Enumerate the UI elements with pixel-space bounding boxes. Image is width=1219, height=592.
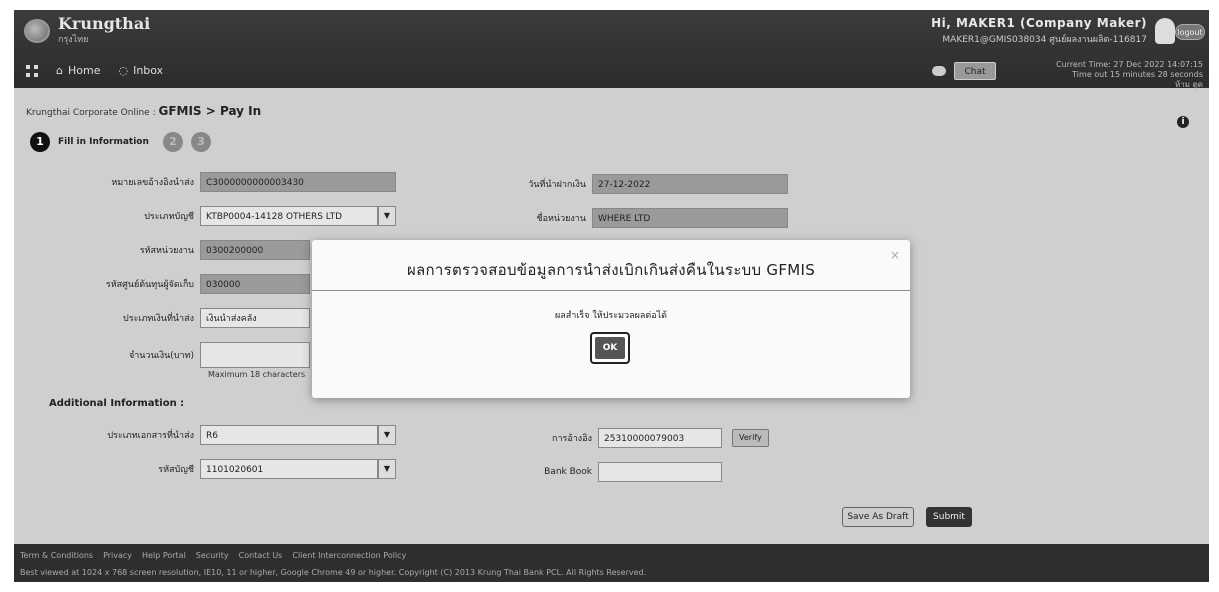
save-draft-button[interactable]: Save As Draft bbox=[842, 507, 914, 527]
verify-button[interactable]: Verify bbox=[732, 429, 769, 447]
nav-inbox[interactable]: ◌ Inbox bbox=[118, 64, 163, 77]
form-row-agency-name: ชื่อหน่วยงาน WHERE LTD bbox=[472, 208, 788, 228]
brand-subtitle: กรุงไทย bbox=[58, 35, 89, 45]
reference-code-input[interactable]: 25310000079003 bbox=[598, 428, 722, 448]
user-info: Hi, MAKER1 (Company Maker) MAKER1@GMIS03… bbox=[931, 16, 1147, 46]
footer-link[interactable]: Help Portal bbox=[142, 551, 186, 560]
account-type-select[interactable]: KTBP0004-14128 OTHERS LTD bbox=[200, 206, 378, 226]
step-3-circle: 3 bbox=[190, 132, 211, 152]
chevron-down-icon[interactable]: ▼ bbox=[378, 425, 396, 445]
inbox-icon: ◌ bbox=[118, 64, 129, 77]
field-label: Bank Book bbox=[544, 467, 592, 477]
amount-hint: Maximum 18 characters bbox=[208, 370, 306, 379]
breadcrumb-current: GFMIS > Pay In bbox=[158, 104, 262, 118]
step-1-circle: 1 bbox=[30, 132, 50, 152]
ok-button[interactable]: OK bbox=[590, 332, 630, 364]
dialog-divider bbox=[312, 290, 910, 291]
app-window: Krungthai กรุงไทย ⌂ Home ◌ Inbox Hi, MAK… bbox=[14, 10, 1209, 582]
main-nav: ⌂ Home ◌ Inbox bbox=[26, 64, 163, 77]
step-2-circle: 2 bbox=[162, 132, 183, 152]
field-label: ประเภทบัญชี bbox=[144, 212, 194, 222]
nav-home-label: Home bbox=[67, 64, 101, 77]
home-icon: ⌂ bbox=[56, 64, 63, 77]
session-info: Current Time: 27 Dec 2022 14:07:15 Time … bbox=[1023, 60, 1203, 90]
footer-link[interactable]: Client Interconnection Policy bbox=[292, 551, 406, 560]
form-row-bank-book: Bank Book bbox=[478, 462, 722, 482]
agency-name-field: WHERE LTD bbox=[592, 208, 788, 228]
dialog-title: ผลการตรวจสอบข้อมูลการนำส่งเบิกเกินส่งคืน… bbox=[406, 261, 816, 279]
dialog-message: ผลสำเร็จ ให้ประมวลผลต่อได้ bbox=[555, 311, 667, 321]
form-row-doc-type: ประเภทเอกสารที่นำส่ง R6 ▼ bbox=[80, 425, 396, 445]
nav-inbox-label: Inbox bbox=[133, 64, 164, 77]
chat-button[interactable]: Chat bbox=[954, 62, 996, 80]
chat-bubble-icon[interactable] bbox=[932, 66, 946, 76]
additional-info-title: Additional Information : bbox=[49, 398, 185, 409]
field-label: ประเภทเอกสารที่นำส่ง bbox=[107, 431, 194, 441]
krungthai-logo-icon bbox=[24, 19, 50, 43]
footer-link[interactable]: Contact Us bbox=[239, 551, 283, 560]
info-icon[interactable]: i bbox=[1177, 116, 1189, 128]
footer-link[interactable]: Privacy bbox=[103, 551, 132, 560]
form-row-amount: จำนวนเงิน(บาท) bbox=[80, 342, 310, 368]
field-label: หมายเลขอ้างอิงนำส่ง bbox=[111, 178, 194, 188]
breadcrumb: Krungthai Corporate Online : GFMIS > Pay… bbox=[26, 104, 261, 118]
page-footer: Term & Conditions Privacy Help Portal Se… bbox=[14, 544, 1209, 582]
logout-button[interactable]: logout bbox=[1175, 24, 1205, 40]
footer-link[interactable]: Security bbox=[196, 551, 229, 560]
nav-home[interactable]: ⌂ Home bbox=[56, 64, 100, 77]
footer-copyright: Best viewed at 1024 x 768 screen resolut… bbox=[20, 568, 647, 577]
user-avatar[interactable] bbox=[1155, 18, 1175, 44]
step-1-label: Fill in Information bbox=[58, 137, 149, 147]
amount-input[interactable] bbox=[200, 342, 310, 368]
account-code-select[interactable]: 1101020601 bbox=[200, 459, 378, 479]
chevron-down-icon[interactable]: ▼ bbox=[378, 459, 396, 479]
field-label: รหัสหน่วยงาน bbox=[139, 246, 194, 256]
chevron-down-icon[interactable]: ▼ bbox=[378, 206, 396, 226]
form-row-money-type: ประเภทเงินที่นำส่ง เงินนำส่งคลัง bbox=[80, 308, 310, 328]
form-row-deposit-date: วันที่นำฝากเงิน 27-12-2022 bbox=[472, 174, 788, 194]
field-label: จำนวนเงิน(บาท) bbox=[128, 351, 194, 361]
bank-book-input[interactable] bbox=[598, 462, 722, 482]
doc-type-select[interactable]: R6 bbox=[200, 425, 378, 445]
breadcrumb-prefix[interactable]: Krungthai Corporate Online : bbox=[26, 108, 158, 118]
ok-button-label: OK bbox=[595, 337, 625, 359]
session-extra: ห้าม ดูด bbox=[1175, 80, 1203, 89]
form-row-account-code: รหัสบัญชี 1101020601 ▼ bbox=[80, 459, 396, 479]
timeout-info: Time out 15 minutes 28 seconds bbox=[1072, 70, 1203, 79]
field-label: ประเภทเงินที่นำส่ง bbox=[123, 314, 194, 324]
top-header: Krungthai กรุงไทย ⌂ Home ◌ Inbox Hi, MAK… bbox=[14, 10, 1209, 90]
money-type-select[interactable]: เงินนำส่งคลัง bbox=[200, 308, 310, 328]
field-label: รหัสบัญชี bbox=[158, 465, 194, 475]
form-row-reference-code: การอ้างอิง 25310000079003 Verify bbox=[478, 428, 769, 448]
close-icon[interactable]: × bbox=[890, 248, 900, 262]
deposit-date-field: 27-12-2022 bbox=[592, 174, 788, 194]
reference-number-field: C3000000000003430 bbox=[200, 172, 396, 192]
footer-link[interactable]: Term & Conditions bbox=[20, 551, 93, 560]
form-row-agency-code: รหัสหน่วยงาน 0300200000 bbox=[80, 240, 310, 260]
cost-center-field: 030000 bbox=[200, 274, 310, 294]
current-time: Current Time: 27 Dec 2022 14:07:15 bbox=[1056, 60, 1203, 69]
field-label: รหัสศูนย์ต้นทุนผู้จัดเก็บ bbox=[105, 280, 194, 290]
user-greeting: Hi, MAKER1 (Company Maker) bbox=[931, 16, 1147, 30]
agency-code-field: 0300200000 bbox=[200, 240, 310, 260]
result-dialog: ผลการตรวจสอบข้อมูลการนำส่งเบิกเกินส่งคืน… bbox=[312, 240, 910, 398]
form-row-cost-center: รหัสศูนย์ต้นทุนผู้จัดเก็บ 030000 bbox=[80, 274, 310, 294]
field-label: วันที่นำฝากเงิน bbox=[528, 180, 586, 190]
field-label: ชื่อหน่วยงาน bbox=[536, 214, 586, 224]
form-row-reference: หมายเลขอ้างอิงนำส่ง C3000000000003430 bbox=[80, 172, 396, 192]
footer-links: Term & Conditions Privacy Help Portal Se… bbox=[20, 551, 406, 560]
submit-button[interactable]: Submit bbox=[926, 507, 972, 527]
field-label: การอ้างอิง bbox=[552, 434, 592, 444]
wizard-steps: 1 Fill in Information 2 3 bbox=[30, 132, 211, 152]
user-subtitle: MAKER1@GMIS038034 ศูนย์ผลงานผลิต-116817 bbox=[942, 35, 1147, 45]
brand-name: Krungthai bbox=[58, 14, 151, 33]
brand-logo[interactable]: Krungthai กรุงไทย bbox=[24, 16, 150, 46]
form-row-account-type: ประเภทบัญชี KTBP0004-14128 OTHERS LTD ▼ bbox=[80, 206, 396, 226]
app-grid-icon[interactable] bbox=[26, 64, 38, 77]
